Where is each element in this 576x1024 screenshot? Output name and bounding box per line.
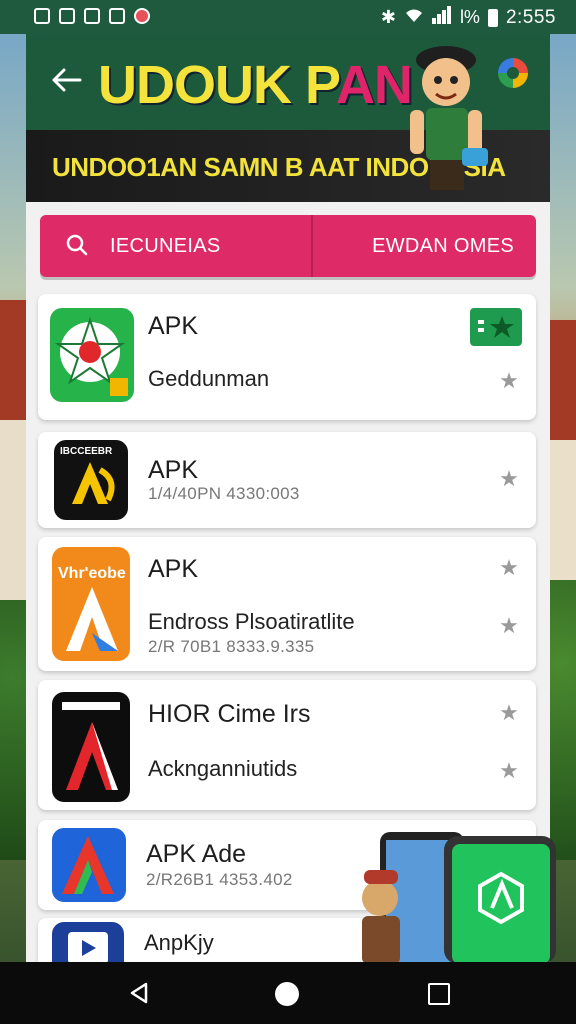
- app-icon: IBCCEEBR: [54, 440, 128, 520]
- tab-search-label: IECUNEIAS: [110, 234, 221, 257]
- item-title: APK: [148, 555, 199, 583]
- item-meta: 2/R 70B1 8333.9.335: [148, 637, 315, 656]
- triangle-back-icon[interactable]: [128, 982, 150, 1004]
- battery-percent: l%: [459, 7, 480, 27]
- item-subtitle: Acknganniutids: [148, 756, 298, 781]
- item-title: APK: [148, 456, 199, 484]
- item-title: APK Ade: [146, 840, 247, 868]
- item-title: APK: [148, 312, 199, 340]
- mascot-illustration: [404, 40, 494, 200]
- battery-icon: [487, 8, 498, 27]
- system-status: ✱ l% 2:555: [381, 6, 556, 29]
- status-bar: ✱ l% 2:555: [0, 0, 576, 34]
- list-item[interactable]: HIOR Cime Irs Acknganniutids ★ ★: [38, 680, 536, 810]
- star-icon[interactable]: ★: [498, 557, 520, 579]
- app-icon: Vhr'eobe: [52, 547, 130, 661]
- app-title: UDOUK PAN: [98, 54, 413, 116]
- notification-icon: [109, 8, 125, 24]
- circle-home-icon[interactable]: [275, 982, 299, 1006]
- system-nav-bar: [0, 962, 576, 1024]
- background-roof-right: [546, 320, 576, 440]
- tab-search[interactable]: IECUNEIAS: [40, 215, 311, 277]
- search-icon: [66, 234, 88, 256]
- square-recent-icon[interactable]: [428, 983, 450, 1005]
- tab-downloads-label: EWDAN OMES: [372, 234, 514, 257]
- location-icon[interactable]: [498, 58, 528, 88]
- item-meta: 2/R26B1 4353.402: [146, 870, 293, 889]
- list-item[interactable]: Vhr'eobe APK Endross Plsoatiratlite 2/R …: [38, 537, 536, 671]
- star-icon[interactable]: ★: [498, 370, 520, 392]
- item-title: HIOR Cime Irs: [148, 700, 311, 728]
- wifi-icon: [404, 7, 424, 28]
- app-header: UDOUK PAN UNDOO1AN SAMN B AAT INDONESIA: [26, 34, 550, 202]
- app-title-main: UDOUK P: [98, 55, 337, 115]
- app-icon: [52, 828, 126, 902]
- star-icon[interactable]: ★: [498, 702, 520, 724]
- list-item[interactable]: IBCCEEBR APK 1/4/40PN 4330:003 ★: [38, 432, 536, 528]
- app-window: UDOUK PAN UNDOO1AN SAMN B AAT INDONESIA: [26, 34, 556, 968]
- app-icon: [50, 308, 134, 402]
- tab-downloads[interactable]: EWDAN OMES: [311, 215, 536, 277]
- notification-icon: [84, 8, 100, 24]
- star-icon[interactable]: ★: [498, 468, 520, 490]
- app-title-accent: AN: [336, 55, 413, 115]
- notification-icon: [59, 8, 75, 24]
- item-meta: 1/4/40PN 4330:003: [148, 484, 300, 503]
- verified-badge[interactable]: [470, 308, 522, 346]
- notification-icon: [34, 8, 50, 24]
- notification-icons: [34, 8, 150, 24]
- item-title: AnpKjy: [144, 930, 214, 955]
- signal-icon: [431, 6, 452, 29]
- clock: 2:555: [505, 6, 556, 28]
- notification-icon: [134, 8, 150, 24]
- item-subtitle: Endross Plsoatiratlite: [148, 609, 355, 634]
- tab-bar: IECUNEIAS EWDAN OMES: [40, 215, 536, 281]
- arrow-left-icon[interactable]: [50, 66, 84, 94]
- list-item[interactable]: APK Geddunman ★: [38, 294, 536, 420]
- item-subtitle: Geddunman: [148, 366, 270, 391]
- star-icon[interactable]: ★: [498, 760, 520, 782]
- star-icon[interactable]: ★: [498, 615, 520, 637]
- app-icon: [52, 692, 130, 802]
- bluetooth-icon: ✱: [380, 7, 396, 27]
